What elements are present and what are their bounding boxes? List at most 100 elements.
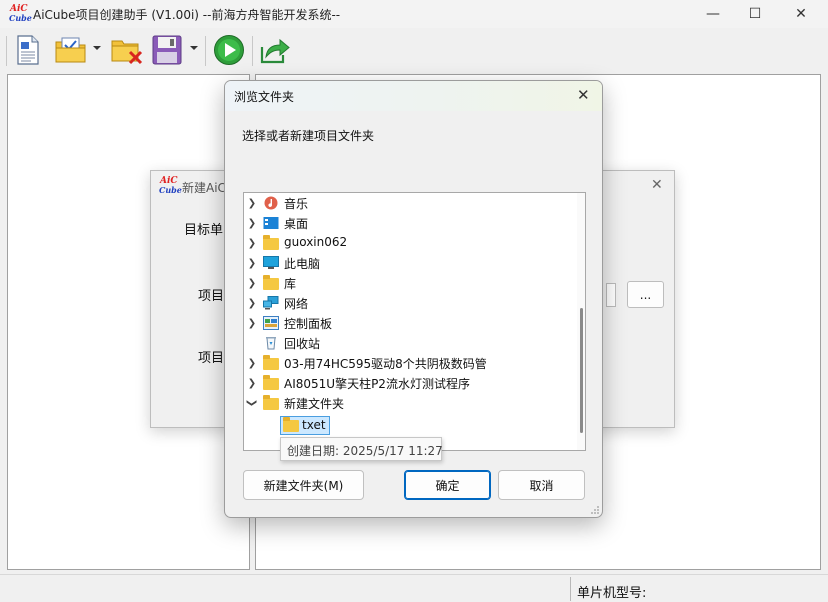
resize-grip-icon[interactable]	[590, 505, 600, 515]
save-button[interactable]	[149, 33, 185, 67]
target-mcu-label: 目标单	[184, 223, 224, 238]
new-project-dialog-title: 新建AiC	[182, 181, 226, 195]
new-project-close-icon[interactable]: ✕	[651, 177, 663, 193]
folder-icon	[283, 417, 299, 432]
tree-item-label: AI8051U擎天柱P2流水灯测试程序	[284, 377, 470, 391]
selected-folder-label: txet	[302, 418, 326, 432]
tree-item-label: 音乐	[284, 197, 309, 211]
delete-project-button[interactable]	[109, 33, 145, 67]
close-button[interactable]: ✕	[778, 0, 824, 28]
tree-item-label: 此电脑	[284, 257, 321, 271]
desktop-icon	[263, 217, 279, 229]
toolbar-grip	[6, 36, 7, 66]
title-bar: AiC Cube AiCube项目创建助手 (V1.00i) --前海方舟智能开…	[0, 0, 828, 28]
browse-dialog-prompt: 选择或者新建项目文件夹	[242, 129, 375, 143]
tree-item-control-panel[interactable]: ❯ 控制面板	[244, 313, 574, 333]
tree-item-label: 网络	[284, 297, 309, 311]
toolbar-separator	[205, 36, 206, 66]
tree-item-network[interactable]: ❯ 网络	[244, 293, 574, 313]
tree-item-label: 库	[284, 277, 297, 291]
tree-item-new-folder[interactable]: ❯ 新建文件夹	[244, 393, 574, 413]
tree-item-label: 新建文件夹	[284, 397, 345, 411]
folder-icon	[263, 395, 279, 410]
tree-item-label: 03-用74HC595驱动8个共阴极数码管	[284, 357, 487, 371]
expand-chevron-icon[interactable]: ❯	[247, 293, 257, 313]
new-document-button[interactable]	[12, 33, 44, 67]
mcu-model-label: 单片机型号:	[577, 586, 647, 601]
toolbar	[0, 28, 828, 72]
new-folder-button[interactable]: 新建文件夹(M)	[243, 470, 364, 500]
logo-text-bottom: Cube	[9, 13, 32, 23]
tree-item-this-pc[interactable]: ❯ 此电脑	[244, 253, 574, 273]
recycle-bin-icon	[266, 337, 276, 350]
window-title: AiCube项目创建助手 (V1.00i) --前海方舟智能开发系统--	[33, 8, 341, 22]
delete-folder-icon	[111, 40, 143, 65]
expand-chevron-icon[interactable]: ❯	[247, 213, 257, 233]
collapse-chevron-icon[interactable]: ❯	[244, 398, 262, 408]
tree-scrollbar[interactable]	[577, 193, 585, 450]
status-divider	[570, 577, 571, 601]
save-dropdown-arrow-icon[interactable]	[190, 46, 198, 50]
minimize-icon: —	[706, 6, 720, 22]
maximize-icon: ☐	[748, 6, 762, 22]
control-panel-icon	[263, 316, 279, 330]
tree-item-recycle-bin[interactable]: 回收站	[244, 333, 574, 353]
app-logo-icon: AiC Cube	[9, 4, 32, 24]
ok-button[interactable]: 确定	[404, 470, 491, 500]
network-icon	[263, 296, 279, 310]
open-project-button[interactable]	[53, 33, 89, 67]
export-button[interactable]	[257, 33, 293, 67]
tree-item-desktop[interactable]: ❯ 桌面	[244, 213, 574, 233]
expand-chevron-icon[interactable]: ❯	[247, 273, 257, 293]
browse-button[interactable]: ...	[627, 281, 664, 308]
expand-chevron-icon[interactable]: ❯	[247, 313, 257, 333]
expand-chevron-icon[interactable]: ❯	[247, 353, 257, 373]
browse-dialog-titlebar: 浏览文件夹 ✕	[225, 81, 602, 111]
dialog-logo-icon: AiC Cube	[159, 176, 182, 196]
browse-dialog-title: 浏览文件夹	[234, 90, 295, 104]
folder-tooltip: 创建日期: 2025/5/17 11:27	[280, 437, 443, 461]
project-path-label: 项目	[198, 351, 225, 366]
new-folder-button-label: 新建文件夹(M)	[263, 478, 344, 493]
cancel-button[interactable]: 取消	[498, 470, 585, 500]
browse-button-label: ...	[639, 287, 652, 302]
new-document-icon	[17, 35, 39, 65]
cancel-button-label: 取消	[529, 478, 554, 493]
folder-icon	[263, 235, 279, 250]
export-icon	[260, 38, 290, 64]
expand-chevron-icon[interactable]: ❯	[247, 193, 257, 213]
tree-item-folder[interactable]: ❯ 03-用74HC595驱动8个共阴极数码管	[244, 353, 574, 373]
computer-icon	[263, 256, 279, 269]
open-dropdown-arrow-icon[interactable]	[93, 46, 101, 50]
folder-tree[interactable]: ❯ 音乐 ❯ 桌面 ❯ guoxin062 ❯ 此电脑 ❯ 库 ❯ 网络 ❯ 控…	[243, 192, 586, 451]
folder-icon	[263, 375, 279, 390]
music-icon	[264, 196, 278, 210]
expand-chevron-icon[interactable]: ❯	[247, 373, 257, 393]
tree-item-user-folder[interactable]: ❯ guoxin062	[244, 233, 574, 253]
tree-item-folder[interactable]: ❯ AI8051U擎天柱P2流水灯测试程序	[244, 373, 574, 393]
library-icon	[263, 275, 279, 290]
expand-chevron-icon[interactable]: ❯	[247, 253, 257, 273]
tree-item-music[interactable]: ❯ 音乐	[244, 193, 574, 213]
expand-chevron-icon[interactable]: ❯	[247, 233, 257, 253]
tree-item-label: 桌面	[284, 217, 309, 231]
maximize-button[interactable]: ☐	[732, 0, 778, 28]
browse-dialog-close-button[interactable]: ✕	[577, 86, 590, 104]
tree-item-selected[interactable]: txet	[280, 416, 330, 435]
run-icon	[214, 35, 244, 65]
save-icon	[152, 35, 182, 65]
project-path-input[interactable]	[606, 283, 616, 307]
folder-icon	[263, 355, 279, 370]
status-bar: 单片机型号:	[0, 574, 828, 602]
logo-text-bottom: Cube	[159, 185, 182, 195]
tree-item-library[interactable]: ❯ 库	[244, 273, 574, 293]
run-button[interactable]	[211, 33, 247, 67]
close-icon: ✕	[795, 6, 807, 22]
scrollbar-thumb[interactable]	[580, 308, 583, 433]
tree-item-label: 回收站	[284, 337, 321, 351]
minimize-button[interactable]: —	[690, 0, 736, 28]
project-name-label: 项目	[198, 289, 225, 304]
toolbar-separator	[252, 36, 253, 66]
tree-item-label: guoxin062	[284, 235, 348, 249]
open-project-icon	[55, 37, 86, 63]
